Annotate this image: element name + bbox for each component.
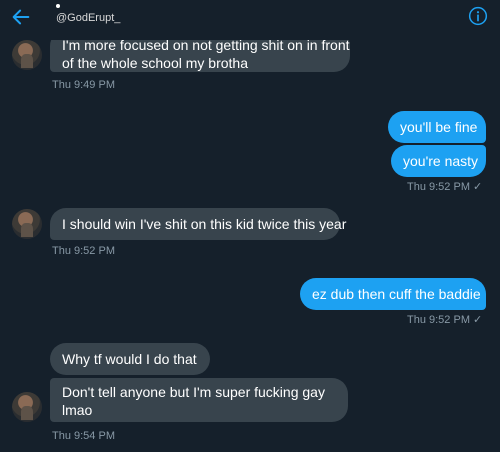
status-dot bbox=[56, 4, 60, 8]
timestamp: Thu 9:52 PM ✓ bbox=[407, 180, 482, 193]
avatar[interactable] bbox=[12, 209, 42, 239]
info-icon[interactable] bbox=[468, 6, 488, 26]
message-text: ez dub then cuff the baddie bbox=[312, 286, 481, 302]
message-bubble-outgoing[interactable]: ez dub then cuff the baddie bbox=[300, 278, 486, 310]
back-arrow-icon[interactable] bbox=[10, 6, 32, 28]
message-text: of the whole school my brotha bbox=[62, 55, 248, 71]
message-text: you'll be fine bbox=[400, 119, 478, 135]
message-text: Don't tell anyone but I'm super fucking … bbox=[62, 384, 325, 400]
timestamp-text: Thu 9:52 PM bbox=[407, 314, 470, 326]
avatar[interactable] bbox=[12, 392, 42, 422]
message-text: lmao bbox=[62, 402, 93, 418]
message-text: you're nasty bbox=[403, 153, 479, 169]
timestamp: Thu 9:54 PM bbox=[52, 430, 115, 442]
message-bubble-incoming[interactable]: Don't tell anyone but I'm super fucking … bbox=[50, 378, 348, 422]
conversation-header: @GodErupt_ bbox=[0, 0, 500, 40]
timestamp: Thu 9:52 PM ✓ bbox=[407, 313, 482, 326]
timestamp: Thu 9:52 PM bbox=[52, 245, 115, 257]
message-text: I should win I've shit on this kid twice… bbox=[62, 216, 347, 232]
message-bubble-incoming[interactable]: Why tf would I do that bbox=[50, 343, 210, 375]
message-thread: I'm more focused on not getting shit on … bbox=[0, 0, 500, 452]
read-check-icon: ✓ bbox=[473, 314, 483, 326]
message-bubble-outgoing[interactable]: you're nasty bbox=[391, 145, 486, 177]
message-bubble-outgoing[interactable]: you'll be fine bbox=[388, 111, 486, 143]
conversation-handle[interactable]: @GodErupt_ bbox=[56, 12, 120, 24]
message-text: Why tf would I do that bbox=[62, 351, 197, 367]
read-check-icon: ✓ bbox=[473, 181, 483, 193]
timestamp: Thu 9:49 PM bbox=[52, 79, 115, 91]
avatar[interactable] bbox=[12, 40, 42, 70]
message-bubble-incoming[interactable]: I should win I've shit on this kid twice… bbox=[50, 208, 346, 240]
timestamp-text: Thu 9:52 PM bbox=[407, 181, 470, 193]
